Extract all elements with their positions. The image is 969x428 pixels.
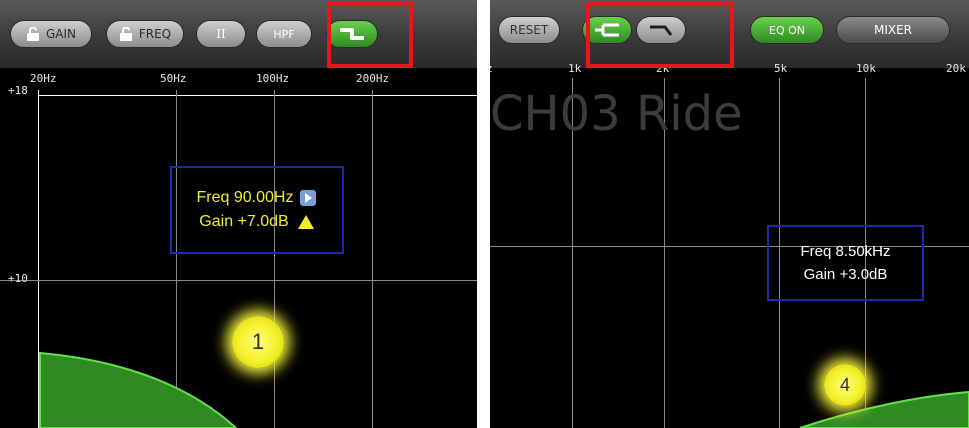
right-eq-panel: RESET EQ ON MIXER z 1k 2k 5k 10k 20k (490, 0, 969, 428)
eq-on-button[interactable]: EQ ON (750, 16, 824, 44)
gain-readout: Gain +7.0dB (199, 213, 289, 230)
eq-on-label: EQ ON (769, 23, 805, 37)
play-arrow-icon[interactable] (299, 189, 317, 207)
band-info-box: Freq 8.50kHz Gain +3.0dB (767, 225, 924, 301)
band-4-handle[interactable]: 4 (824, 364, 866, 406)
hz-tick-label: 5k (774, 62, 788, 75)
low-shelf-button[interactable] (326, 20, 378, 48)
high-cut-filter-icon (650, 25, 673, 36)
gain-button-label: GAIN (45, 27, 77, 41)
left-eq-graph[interactable]: +18 +10 Freq 90.00Hz Gain +7.0dB 1 (0, 84, 477, 428)
lock-icon (119, 27, 132, 41)
lock-icon (26, 27, 39, 41)
hz-tick-label: 20k (946, 62, 966, 75)
hpf-button[interactable]: HPF (256, 20, 312, 48)
left-frequency-ruler: 20Hz 50Hz 100Hz 200Hz (0, 68, 477, 90)
hz-tick-label: 10k (856, 62, 876, 75)
eq-curve (39, 351, 238, 428)
hpf-button-label: HPF (273, 27, 295, 41)
reset-button-label: RESET (509, 23, 549, 37)
hz-tick-label: 2k (656, 62, 670, 75)
mixer-button-label: MIXER (873, 23, 913, 37)
band-number: 4 (839, 374, 850, 395)
hz-tick-label: 200Hz (356, 72, 390, 85)
band-info-box: Freq 90.00Hz Gain +7.0dB (170, 166, 344, 254)
hz-tick-label: 1k (568, 62, 582, 75)
mixer-button[interactable]: MIXER (836, 16, 950, 44)
shelf-filter-icon (340, 28, 364, 40)
gain-readout: Gain +3.0dB (803, 266, 888, 283)
peaking-filter-icon (595, 23, 619, 37)
right-toolbar: RESET EQ ON MIXER (490, 0, 969, 68)
reset-button[interactable]: RESET (498, 16, 560, 44)
left-eq-panel: GAIN FREQ II HPF 20Hz 50Hz 100Hz 200Hz +… (0, 0, 477, 428)
hz-tick-label: 20Hz (30, 72, 57, 85)
freq-button[interactable]: FREQ (106, 20, 184, 48)
q-button-label: II (216, 27, 226, 41)
freq-button-label: FREQ (138, 27, 172, 41)
high-cut-filter-button[interactable] (636, 16, 686, 44)
q-button[interactable]: II (196, 20, 246, 48)
freq-readout: Freq 8.50kHz (800, 243, 891, 260)
hz-tick-label: 100Hz (256, 72, 290, 85)
peaking-filter-button[interactable] (582, 16, 632, 44)
right-eq-graph[interactable]: CH03 Ride Freq 8.50kHz Gain +3.0dB 4 (490, 78, 969, 428)
hz-tick-label: 50Hz (160, 72, 187, 85)
freq-readout: Freq 90.00Hz (196, 189, 294, 206)
gain-button[interactable]: GAIN (10, 20, 92, 48)
band-1-handle[interactable]: 1 (232, 316, 284, 368)
band-number: 1 (251, 329, 265, 354)
warning-triangle-icon (297, 215, 314, 229)
hz-tick-partial: z (490, 62, 493, 75)
left-toolbar: GAIN FREQ II HPF (0, 0, 477, 68)
